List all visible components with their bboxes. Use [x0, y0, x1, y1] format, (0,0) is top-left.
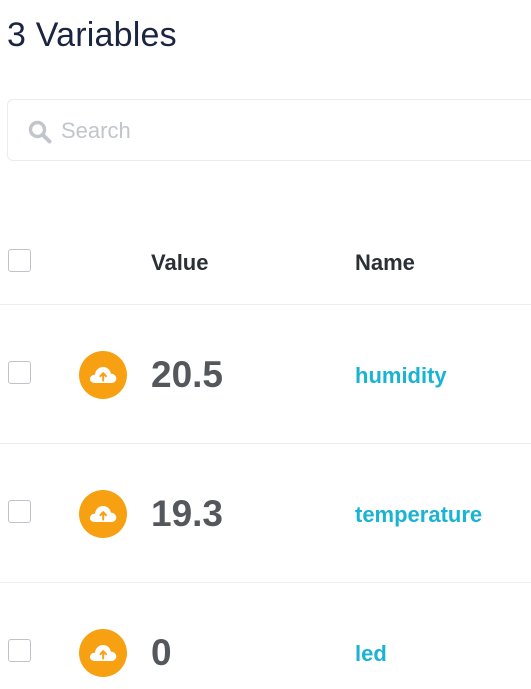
variable-value: 19.3 — [151, 493, 224, 534]
search-input[interactable] — [61, 114, 461, 148]
variable-value: 0 — [151, 632, 172, 673]
variable-name-link[interactable]: humidity — [355, 361, 447, 391]
cloud-upload-icon — [79, 490, 127, 538]
cloud-upload-icon — [79, 351, 127, 399]
table-row[interactable]: 20.5 humidity — [0, 304, 531, 444]
variable-name-link[interactable]: led — [355, 639, 387, 669]
row-checkbox[interactable] — [8, 639, 31, 662]
table-row[interactable]: 19.3 temperature — [0, 443, 531, 583]
row-checkbox[interactable] — [8, 500, 31, 523]
column-header-value[interactable]: Value — [151, 250, 208, 276]
variable-value: 20.5 — [151, 354, 224, 395]
variable-name-link[interactable]: temperature — [355, 500, 482, 530]
cloud-upload-icon — [79, 629, 127, 677]
column-header-name[interactable]: Name — [355, 250, 415, 276]
page-title: 3 Variables — [7, 16, 177, 54]
search-box[interactable] — [7, 99, 531, 161]
table-row[interactable]: 0 led — [0, 582, 531, 689]
variables-page: 3 Variables Value Name 20.5 humidity — [0, 0, 531, 689]
table-header: Value Name — [0, 220, 531, 305]
row-checkbox[interactable] — [8, 361, 31, 384]
search-icon — [27, 119, 53, 145]
select-all-checkbox[interactable] — [8, 249, 31, 272]
